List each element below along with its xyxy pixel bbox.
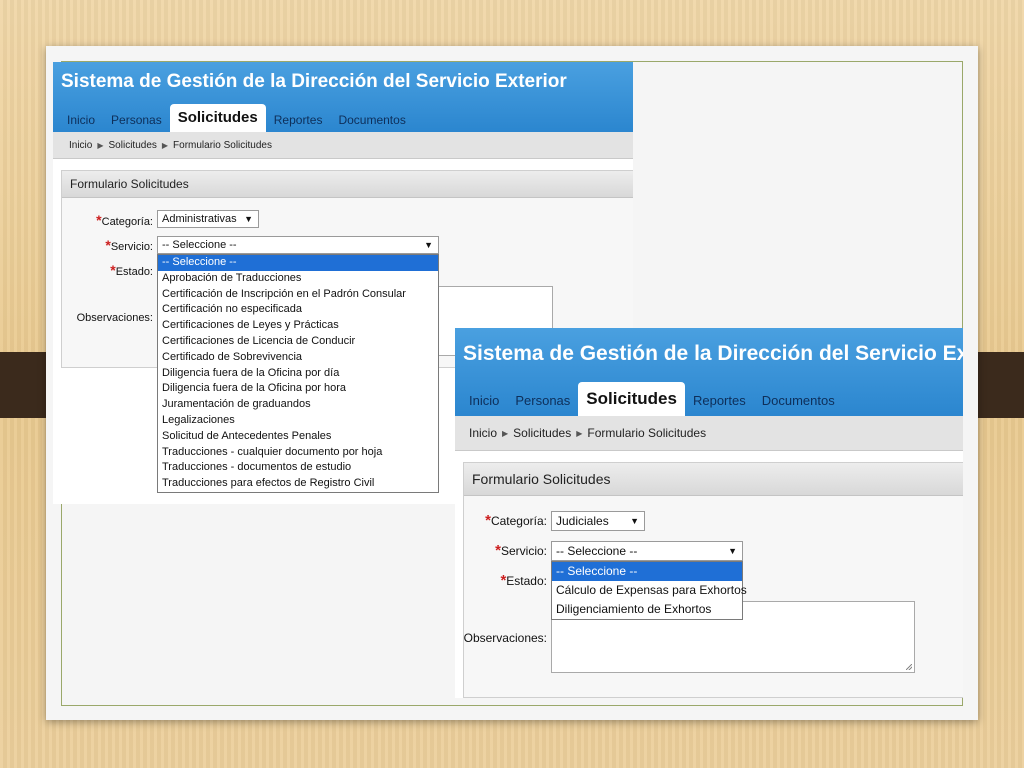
servicio-dropdown: -- Seleccione -- Aprobación de Traduccion… (157, 254, 439, 493)
servicio-label: *Servicio: (495, 542, 547, 559)
servicio-select[interactable]: -- Seleccione -- ▼ (157, 236, 439, 254)
breadcrumb-inicio[interactable]: Inicio (69, 140, 92, 151)
servicio-option[interactable]: Certificado de Sobrevivencia (158, 350, 438, 366)
servicio-dropdown: -- Seleccione -- Cálculo de Expensas para… (551, 561, 747, 620)
breadcrumb-inicio[interactable]: Inicio (469, 426, 497, 440)
chevron-down-icon: ▼ (728, 546, 737, 556)
resize-grip-icon[interactable] (906, 664, 912, 670)
servicio-option[interactable]: Solicitud de Antecedentes Penales (158, 429, 438, 445)
breadcrumb-current: Formulario Solicitudes (587, 426, 707, 440)
servicio-option[interactable]: Traducciones para efectos de Registro Ci… (158, 476, 438, 492)
tab-solicitudes[interactable]: Solicitudes (578, 382, 685, 416)
servicio-option[interactable]: Diligenciamiento de Exhortos (552, 600, 742, 619)
tab-documentos[interactable]: Documentos (330, 108, 413, 132)
servicio-label: *Servicio: (105, 237, 153, 253)
tab-solicitudes[interactable]: Solicitudes (169, 104, 266, 132)
tab-documentos[interactable]: Documentos (754, 386, 843, 416)
servicio-option[interactable]: Diligencia fuera de la Oficina por hora (158, 381, 438, 397)
categoria-select[interactable]: Administrativas ▼ (157, 210, 259, 228)
app-header: Sistema de Gestión de la Dirección del S… (455, 328, 963, 416)
main-nav: Inicio Personas Solicitudes Reportes Doc… (461, 382, 843, 416)
breadcrumb: Inicio ▶ Solicitudes ▶ Formulario Solici… (53, 132, 633, 159)
servicio-option[interactable]: Traducciones - cualquier documento por h… (158, 445, 438, 461)
observaciones-label: Observaciones: (463, 631, 547, 645)
breadcrumb-separator-icon: ▶ (161, 140, 169, 150)
servicio-select[interactable]: -- Seleccione -- ▼ (551, 541, 743, 561)
app-title: Sistema de Gestión de la Dirección del S… (463, 342, 963, 365)
tab-personas[interactable]: Personas (507, 386, 578, 416)
breadcrumb: Inicio ▶ Solicitudes ▶ Formulario Solici… (455, 416, 963, 451)
breadcrumb-solicitudes[interactable]: Solicitudes (109, 140, 157, 151)
main-nav: Inicio Personas Solicitudes Reportes Doc… (59, 104, 414, 132)
estado-label: *Estado: (110, 262, 153, 278)
servicio-option[interactable]: -- Seleccione -- (552, 562, 742, 581)
breadcrumb-separator-icon: ▶ (97, 140, 104, 150)
tab-personas[interactable]: Personas (103, 108, 170, 132)
breadcrumb-separator-icon: ▶ (576, 428, 583, 438)
servicio-option[interactable]: Certificación de Inscripción en el Padró… (158, 287, 438, 303)
form-title: Formulario Solicitudes (62, 171, 633, 198)
observaciones-label: Observaciones: (76, 312, 153, 324)
breadcrumb-solicitudes[interactable]: Solicitudes (513, 426, 571, 440)
servicio-option[interactable]: Legalizaciones (158, 413, 438, 429)
servicio-option[interactable]: Certificaciones de Licencia de Conducir (158, 334, 438, 350)
servicio-option[interactable]: Diligencia fuera de la Oficina por día (158, 366, 438, 382)
screenshot-judiciales: Sistema de Gestión de la Dirección del S… (455, 328, 963, 698)
app-title: Sistema de Gestión de la Dirección del S… (61, 71, 567, 92)
servicio-option[interactable]: Aprobación de Traducciones (158, 271, 438, 287)
chevron-down-icon: ▼ (244, 214, 253, 224)
tab-inicio[interactable]: Inicio (461, 386, 507, 416)
servicio-option[interactable]: Cálculo de Expensas para Exhortos (552, 581, 747, 600)
servicio-option[interactable]: Traducciones - documentos de estudio (158, 460, 438, 476)
categoria-label: *Categoría: (96, 212, 153, 228)
breadcrumb-separator-icon: ▶ (502, 428, 509, 438)
chevron-down-icon: ▼ (424, 240, 433, 250)
servicio-option[interactable]: -- Seleccione -- (158, 255, 438, 271)
breadcrumb-current: Formulario Solicitudes (173, 139, 272, 151)
servicio-option[interactable]: Certificación no especificada (158, 302, 438, 318)
categoria-label: *Categoría: (485, 512, 547, 529)
chevron-down-icon: ▼ (630, 516, 639, 526)
tab-inicio[interactable]: Inicio (59, 108, 103, 132)
tab-reportes[interactable]: Reportes (685, 386, 754, 416)
estado-label: *Estado: (500, 572, 547, 589)
categoria-select[interactable]: Judiciales ▼ (551, 511, 645, 531)
tab-reportes[interactable]: Reportes (266, 108, 331, 132)
servicio-option[interactable]: Certificaciones de Leyes y Prácticas (158, 318, 438, 334)
app-header: Sistema de Gestión de la Dirección del S… (53, 62, 633, 132)
form-title: Formulario Solicitudes (464, 463, 963, 496)
servicio-option[interactable]: Juramentación de graduandos (158, 397, 438, 413)
